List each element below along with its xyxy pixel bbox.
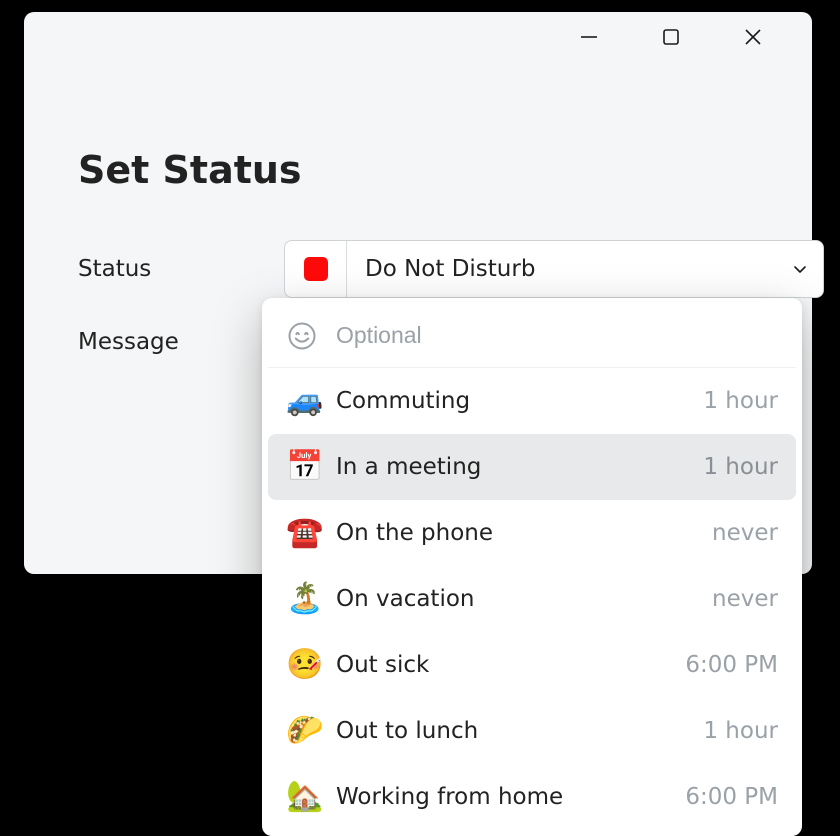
suggestion-emoji-icon: 🤒 xyxy=(278,650,332,680)
suggestion-label: On the phone xyxy=(332,520,712,546)
suggestion-emoji-icon: 🌮 xyxy=(278,716,332,746)
suggestion-item[interactable]: 🌮Out to lunch1 hour xyxy=(268,698,796,764)
suggestion-label: On vacation xyxy=(332,586,712,612)
suggestion-emoji-icon: 🏡 xyxy=(278,782,332,812)
message-row: Message xyxy=(78,329,284,355)
chevron-down-icon xyxy=(777,261,823,277)
suggestion-meta: never xyxy=(712,586,778,612)
close-button[interactable] xyxy=(730,14,776,60)
message-label: Message xyxy=(78,329,284,355)
suggestion-meta: never xyxy=(712,520,778,546)
smile-icon xyxy=(287,321,317,351)
suggestion-emoji-icon: 🚙 xyxy=(278,386,332,416)
suggestion-item[interactable]: 🏝️On vacationnever xyxy=(268,566,796,632)
minimize-icon xyxy=(579,27,599,47)
close-icon xyxy=(743,27,763,47)
suggestion-list: 🚙Commuting1 hour📅In a meeting1 hour☎️On … xyxy=(268,368,796,830)
message-input[interactable] xyxy=(324,322,796,349)
page-title: Set Status xyxy=(78,148,302,192)
status-color-well xyxy=(285,241,347,297)
status-color-chip xyxy=(304,257,328,281)
suggestion-item[interactable]: 🚙Commuting1 hour xyxy=(268,368,796,434)
window-controls xyxy=(566,12,812,62)
suggestion-label: Working from home xyxy=(332,784,685,810)
status-select-value: Do Not Disturb xyxy=(347,256,777,282)
suggestion-item[interactable]: ☎️On the phonenever xyxy=(268,500,796,566)
suggestion-meta: 6:00 PM xyxy=(685,784,778,810)
suggestion-emoji-icon: 📅 xyxy=(278,452,332,482)
suggestion-item[interactable]: 📅In a meeting1 hour xyxy=(268,434,796,500)
minimize-button[interactable] xyxy=(566,14,612,60)
message-input-row xyxy=(268,304,796,368)
maximize-button[interactable] xyxy=(648,14,694,60)
message-suggestions-popup: 🚙Commuting1 hour📅In a meeting1 hour☎️On … xyxy=(262,298,802,836)
suggestion-label: Commuting xyxy=(332,388,703,414)
suggestion-label: Out to lunch xyxy=(332,718,703,744)
suggestion-emoji-icon: ☎️ xyxy=(278,518,332,548)
suggestion-meta: 1 hour xyxy=(703,718,778,744)
suggestion-meta: 6:00 PM xyxy=(685,652,778,678)
status-select[interactable]: Do Not Disturb xyxy=(284,240,824,298)
suggestion-emoji-icon: 🏝️ xyxy=(278,584,332,614)
suggestion-item[interactable]: 🤒Out sick6:00 PM xyxy=(268,632,796,698)
suggestion-label: Out sick xyxy=(332,652,685,678)
suggestion-meta: 1 hour xyxy=(703,388,778,414)
emoji-picker-button[interactable] xyxy=(280,314,324,358)
suggestion-item[interactable]: 🏡Working from home6:00 PM xyxy=(268,764,796,830)
status-row: Status Do Not Disturb xyxy=(78,240,824,298)
status-label: Status xyxy=(78,256,284,282)
maximize-icon xyxy=(661,27,681,47)
suggestion-meta: 1 hour xyxy=(703,454,778,480)
suggestion-label: In a meeting xyxy=(332,454,703,480)
